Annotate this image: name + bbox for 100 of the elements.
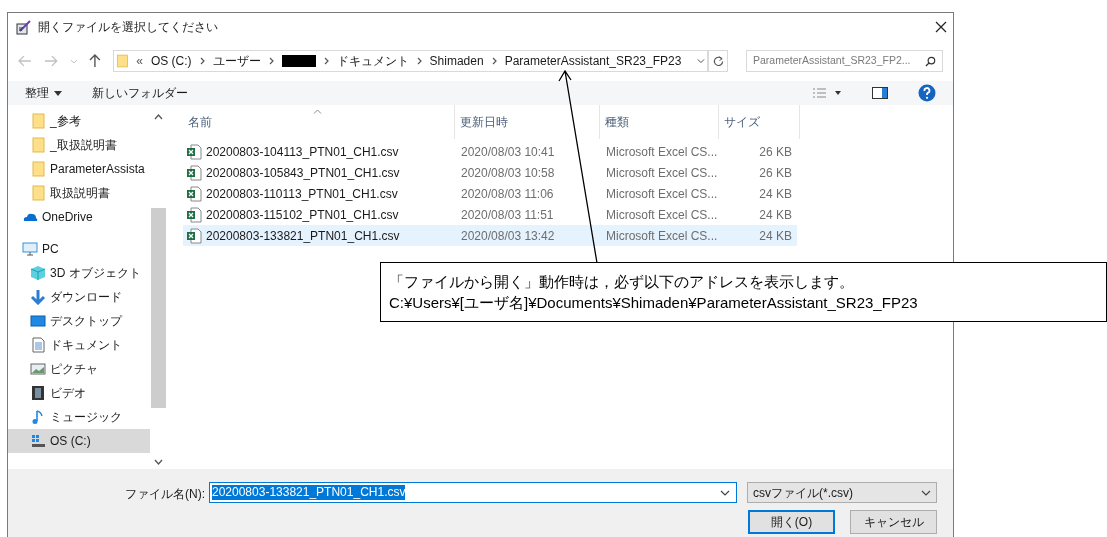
- table-cell-text: 26 KB: [758, 164, 793, 182]
- app-icon: [16, 19, 32, 35]
- drive-icon: [30, 433, 46, 449]
- column-header[interactable]: 更新日時: [455, 105, 600, 139]
- spreadsheet-icon: [186, 143, 202, 160]
- cube-icon: [30, 265, 46, 281]
- open-button[interactable]: 開く(O): [748, 510, 835, 534]
- desktop-icon: [30, 313, 46, 329]
- callout-text: C:¥Users¥[ユーザ名]¥Documents¥Shimaden¥ParameterAssistant_SR23_FP23: [389, 293, 919, 312]
- table-cell-text: Microsoft Excel CS...: [605, 164, 719, 182]
- folder-icon: [30, 113, 46, 129]
- column-header[interactable]: 名前: [183, 105, 455, 139]
- music-note-icon: [30, 409, 46, 425]
- document-icon: [30, 337, 46, 353]
- search-icon: [925, 55, 936, 67]
- file-row[interactable]: 20200803-115102_PTN01_CH1.csv 2020/08/03 11:51 Microsoft Excel CS... 24 KB: [183, 204, 797, 225]
- scroll-up-icon[interactable]: [154, 114, 163, 120]
- up-arrow-icon[interactable]: [89, 54, 102, 68]
- sort-caret-icon: [313, 109, 322, 114]
- sidebar-item[interactable]: ビデオ: [8, 381, 150, 405]
- refresh-icon: [712, 55, 724, 67]
- sidebar-item[interactable]: ミュージック: [8, 405, 150, 429]
- refresh-button[interactable]: [708, 50, 728, 72]
- table-cell-text: 24 KB: [758, 227, 793, 245]
- table-cell-text: 2020/08/03 13:42: [460, 227, 556, 245]
- table-cell-text: Microsoft Excel CS...: [605, 227, 719, 245]
- scrollbar-thumb[interactable]: [151, 208, 166, 408]
- file-name: 20200803-133821_PTN01_CH1.csv: [206, 227, 400, 245]
- spreadsheet-icon: [186, 227, 202, 244]
- breadcrumb-overflow[interactable]: «: [136, 52, 143, 70]
- file-name: 20200803-115102_PTN01_CH1.csv: [206, 206, 399, 224]
- spreadsheet-icon: [186, 164, 202, 181]
- file-name: 20200803-105843_PTN01_CH1.csv: [206, 164, 400, 182]
- chevron-right-icon: [323, 57, 329, 65]
- filename-field[interactable]: 20200803-133821_PTN01_CH1.csv: [209, 482, 737, 503]
- table-cell-text: 2020/08/03 10:58: [460, 164, 556, 182]
- chevron-down-icon[interactable]: [720, 489, 730, 496]
- breadcrumb-item[interactable]: ユーザー: [212, 52, 261, 70]
- search-field[interactable]: ParameterAssistant_SR23_FP2...: [745, 50, 943, 72]
- folder-icon: [30, 161, 46, 177]
- callout-text: 「ファイルから開く」動作時は，必ず以下のアドレスを表示します。: [389, 272, 855, 291]
- spreadsheet-icon: [186, 185, 202, 202]
- folder-icon: [30, 137, 46, 153]
- chevron-down-icon: [921, 489, 931, 496]
- breadcrumb-item[interactable]: Shimaden: [429, 52, 484, 70]
- folder-icon: [30, 185, 46, 201]
- file-type-dropdown[interactable]: csvファイル(*.csv): [747, 482, 937, 503]
- sidebar-item[interactable]: _取扱説明書: [8, 133, 150, 157]
- filename-label: ファイル名(N):: [125, 486, 205, 503]
- table-cell-text: 26 KB: [758, 143, 793, 161]
- monitor-icon: [22, 241, 38, 257]
- table-cell-text: Microsoft Excel CS...: [605, 185, 719, 203]
- sidebar-item[interactable]: デスクトップ: [8, 309, 150, 333]
- close-icon[interactable]: [935, 21, 947, 33]
- table-cell-text: 24 KB: [758, 206, 793, 224]
- chevron-right-icon: [491, 57, 497, 65]
- breadcrumb-item[interactable]: ドキュメント: [336, 52, 409, 70]
- file-row[interactable]: 20200803-104113_PTN01_CH1.csv 2020/08/03 10:41 Microsoft Excel CS... 26 KB: [183, 141, 797, 162]
- column-header[interactable]: 種類: [600, 105, 719, 139]
- caret-icon: [54, 90, 62, 96]
- sidebar-item[interactable]: 3D オブジェクト: [8, 261, 150, 285]
- sidebar-item[interactable]: ParameterAssista: [8, 157, 150, 181]
- file-name: 20200803-110113_PTN01_CH1.csv: [206, 185, 398, 203]
- new-folder-button[interactable]: 新しいフォルダー: [92, 84, 188, 102]
- table-cell-text: Microsoft Excel CS...: [605, 206, 719, 224]
- picture-icon: [30, 361, 46, 377]
- sidebar-item[interactable]: OneDrive: [8, 205, 150, 229]
- file-name: 20200803-104113_PTN01_CH1.csv: [206, 143, 399, 161]
- window-title: 開くファイルを選択してください: [38, 19, 218, 36]
- sidebar-item[interactable]: OS (C:): [8, 429, 150, 453]
- breadcrumb-item[interactable]: OS (C:): [150, 52, 192, 70]
- spreadsheet-icon: [186, 206, 202, 223]
- chevron-right-icon: [199, 57, 205, 65]
- breadcrumb-item[interactable]: ParameterAssistant_SR23_FP23: [504, 52, 682, 70]
- address-bar[interactable]: « OS (C:) ユーザー ドキュメント Shimaden ParameterAssistant_SR23_FP23: [113, 50, 709, 72]
- chevron-right-icon: [416, 57, 422, 65]
- sidebar-item[interactable]: ピクチャ: [8, 357, 150, 381]
- folder-icon: [117, 53, 129, 69]
- sidebar-item[interactable]: ドキュメント: [8, 333, 150, 357]
- file-row[interactable]: 20200803-105843_PTN01_CH1.csv 2020/08/03 10:58 Microsoft Excel CS... 26 KB: [183, 162, 797, 183]
- file-row[interactable]: 20200803-133821_PTN01_CH1.csv 2020/08/03 13:42 Microsoft Excel CS... 24 KB: [183, 225, 797, 246]
- scroll-down-icon[interactable]: [154, 459, 163, 465]
- table-cell-text: 2020/08/03 11:51: [460, 206, 555, 224]
- file-row[interactable]: 20200803-110113_PTN01_CH1.csv 2020/08/03 11:06 Microsoft Excel CS... 24 KB: [183, 183, 797, 204]
- sidebar-item[interactable]: 取扱説明書: [8, 181, 150, 205]
- sidebar-item[interactable]: ダウンロード: [8, 285, 150, 309]
- organize-button[interactable]: 整理: [25, 84, 62, 102]
- view-options-icon[interactable]: [812, 88, 842, 98]
- film-icon: [30, 385, 46, 401]
- sidebar-item[interactable]: PC: [8, 237, 150, 261]
- table-cell-text: Microsoft Excel CS...: [605, 143, 719, 161]
- cancel-button[interactable]: キャンセル: [850, 510, 937, 534]
- table-cell-text: 2020/08/03 10:41: [460, 143, 556, 161]
- sidebar-item[interactable]: _参考: [8, 109, 150, 133]
- chevron-right-icon: [268, 57, 274, 65]
- column-header[interactable]: サイズ: [719, 105, 800, 139]
- redaction-block: [281, 55, 316, 67]
- table-cell-text: 2020/08/03 11:06: [460, 185, 555, 203]
- preview-pane-icon[interactable]: [872, 87, 888, 99]
- help-icon[interactable]: [918, 84, 936, 102]
